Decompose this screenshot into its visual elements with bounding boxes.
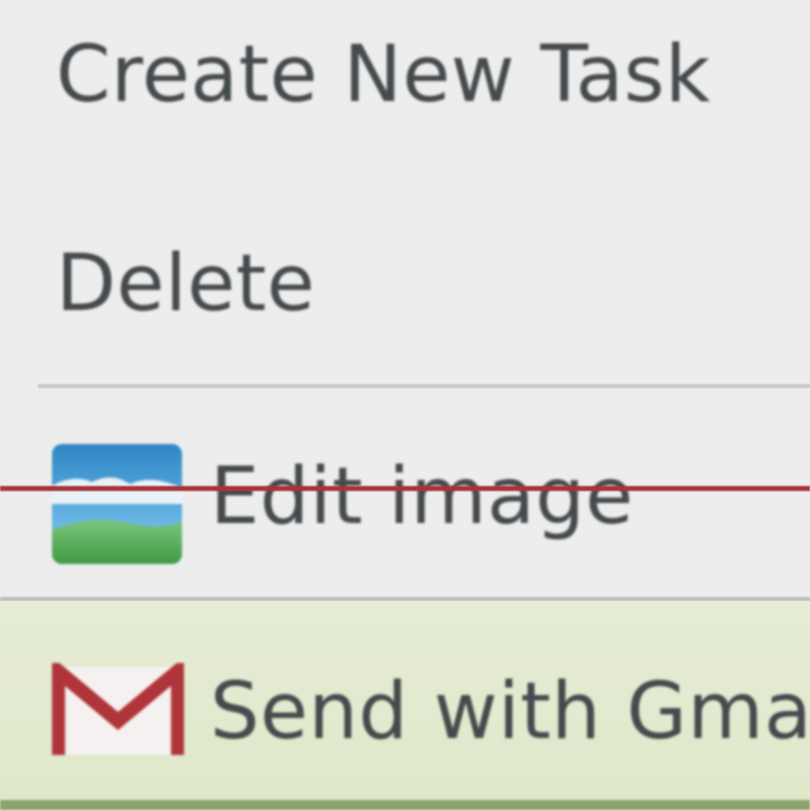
menu-item-edit-image[interactable]: Edit image <box>0 392 810 596</box>
menu-item-label: Send with Gmail <box>210 667 810 757</box>
menu-item-label: Edit image <box>210 452 634 542</box>
menu-item-delete[interactable]: Delete <box>0 180 810 380</box>
menu-divider <box>38 384 810 388</box>
gmail-icon <box>51 656 185 759</box>
menu-item-send-with-gmail[interactable]: Send with Gmail <box>0 601 810 810</box>
image-icon <box>52 444 182 564</box>
menu-bottom-border <box>0 800 810 810</box>
menu-item-label: Delete <box>56 239 316 329</box>
strikethrough-line <box>0 486 810 491</box>
menu-item-create-new-task[interactable]: Create New Task <box>0 0 810 180</box>
context-menu: Create New Task Delete Edit image Send w… <box>0 0 810 810</box>
menu-item-label: Create New Task <box>56 30 711 120</box>
